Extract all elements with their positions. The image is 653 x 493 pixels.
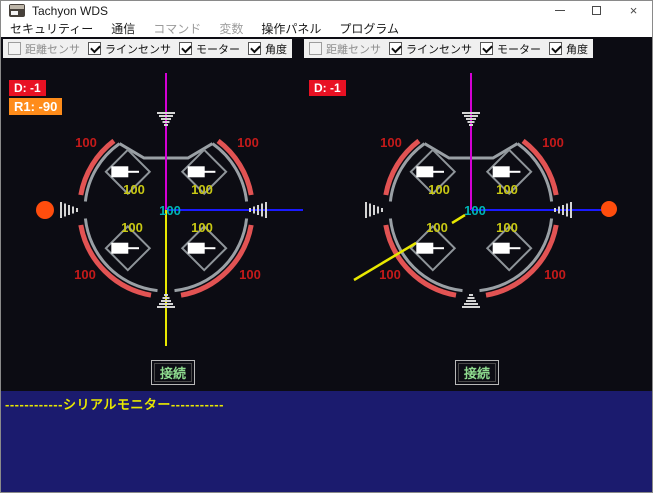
- distance-value-sw: 100: [379, 267, 401, 282]
- serial-monitor[interactable]: ------------シリアルモニター-----------: [1, 391, 652, 493]
- minimize-button[interactable]: [541, 1, 578, 20]
- distance-value-ne: 100: [542, 135, 564, 150]
- menu-command[interactable]: コマンド: [144, 20, 210, 37]
- sensor-toggle-strip-left: 距離センサ ラインセンサ モーター 角度: [3, 39, 292, 58]
- menu-variables[interactable]: 変数: [210, 20, 252, 37]
- window-title: Tachyon WDS: [32, 4, 108, 18]
- marker-dot-right: [601, 201, 617, 217]
- checkbox-motor-left[interactable]: モーター: [179, 41, 240, 57]
- sensor-toggle-strip-right: 距離センサ ラインセンサ モーター 角度: [304, 39, 593, 58]
- checkbox-distance-sensor-left[interactable]: 距離センサ: [8, 41, 80, 57]
- menu-bar: セキュリティー 通信 コマンド 変数 操作パネル プログラム: [1, 20, 652, 37]
- distance-value-ne: 100: [237, 135, 259, 150]
- checkbox-distance-sensor-right[interactable]: 距離センサ: [309, 41, 381, 57]
- checkbox-box: [389, 42, 402, 55]
- rotation-badge-left: R1: -90: [9, 98, 62, 115]
- maximize-icon: [592, 6, 601, 15]
- checkbox-label: ラインセンサ: [406, 41, 472, 57]
- checkbox-box: [248, 42, 261, 55]
- distance-value-nw: 100: [380, 135, 402, 150]
- checkbox-box: [8, 42, 21, 55]
- checkbox-label: 角度: [265, 41, 287, 57]
- checkbox-label: ラインセンサ: [105, 41, 171, 57]
- menu-program[interactable]: プログラム: [330, 20, 408, 37]
- motor-value-nw: 100: [123, 182, 145, 197]
- emission-glyph-west: [366, 202, 382, 218]
- checkbox-box: [309, 42, 322, 55]
- window-controls: ×: [541, 1, 652, 20]
- checkbox-angle-left[interactable]: 角度: [248, 41, 287, 57]
- checkbox-label: モーター: [196, 41, 240, 57]
- emission-glyph-west: [61, 202, 77, 218]
- menu-security[interactable]: セキュリティー: [1, 20, 102, 37]
- checkbox-box: [480, 42, 493, 55]
- motor-value-nw: 100: [428, 182, 450, 197]
- robot-gauge-left: 100 100 100 100 100 100 100 100 100: [56, 63, 316, 353]
- motor-value-ne: 100: [496, 182, 518, 197]
- maximize-button[interactable]: [578, 1, 615, 20]
- checkbox-label: 角度: [566, 41, 588, 57]
- marker-dot-left: [36, 201, 54, 219]
- connect-button-left[interactable]: 接続: [151, 360, 195, 385]
- center-value: 100: [464, 203, 486, 218]
- checkbox-box: [179, 42, 192, 55]
- checkbox-label: モーター: [497, 41, 541, 57]
- motor-value-se: 100: [191, 220, 213, 235]
- checkbox-angle-right[interactable]: 角度: [549, 41, 588, 57]
- center-value: 100: [159, 203, 181, 218]
- motor-value-sw: 100: [426, 220, 448, 235]
- checkbox-box: [549, 42, 562, 55]
- minimize-icon: [555, 10, 565, 11]
- emission-glyph-south: [462, 295, 480, 307]
- title-bar: Tachyon WDS ×: [1, 1, 652, 20]
- checkbox-motor-right[interactable]: モーター: [480, 41, 541, 57]
- app-window: Tachyon WDS × セキュリティー 通信 コマンド 変数 操作パネル プ…: [0, 0, 653, 493]
- checkbox-box: [88, 42, 101, 55]
- distance-value-se: 100: [544, 267, 566, 282]
- checkbox-line-sensor-left[interactable]: ラインセンサ: [88, 41, 171, 57]
- app-icon: [9, 4, 25, 17]
- distance-value-se: 100: [239, 267, 261, 282]
- serial-monitor-header: ------------シリアルモニター-----------: [5, 394, 224, 413]
- menu-comm[interactable]: 通信: [102, 20, 144, 37]
- distance-value-sw: 100: [74, 267, 96, 282]
- checkbox-line-sensor-right[interactable]: ラインセンサ: [389, 41, 472, 57]
- motor-value-sw: 100: [121, 220, 143, 235]
- connect-button-right[interactable]: 接続: [455, 360, 499, 385]
- checkbox-label: 距離センサ: [326, 41, 381, 57]
- distance-value-nw: 100: [75, 135, 97, 150]
- distance-badge-left: D: -1: [9, 80, 46, 96]
- menu-operation-panel[interactable]: 操作パネル: [252, 20, 330, 37]
- motor-value-se: 100: [496, 220, 518, 235]
- robot-gauge-right: 100 100 100 100 100 100 100 100 100: [346, 63, 621, 313]
- checkbox-label: 距離センサ: [25, 41, 80, 57]
- close-button[interactable]: ×: [615, 1, 652, 20]
- motor-value-ne: 100: [191, 182, 213, 197]
